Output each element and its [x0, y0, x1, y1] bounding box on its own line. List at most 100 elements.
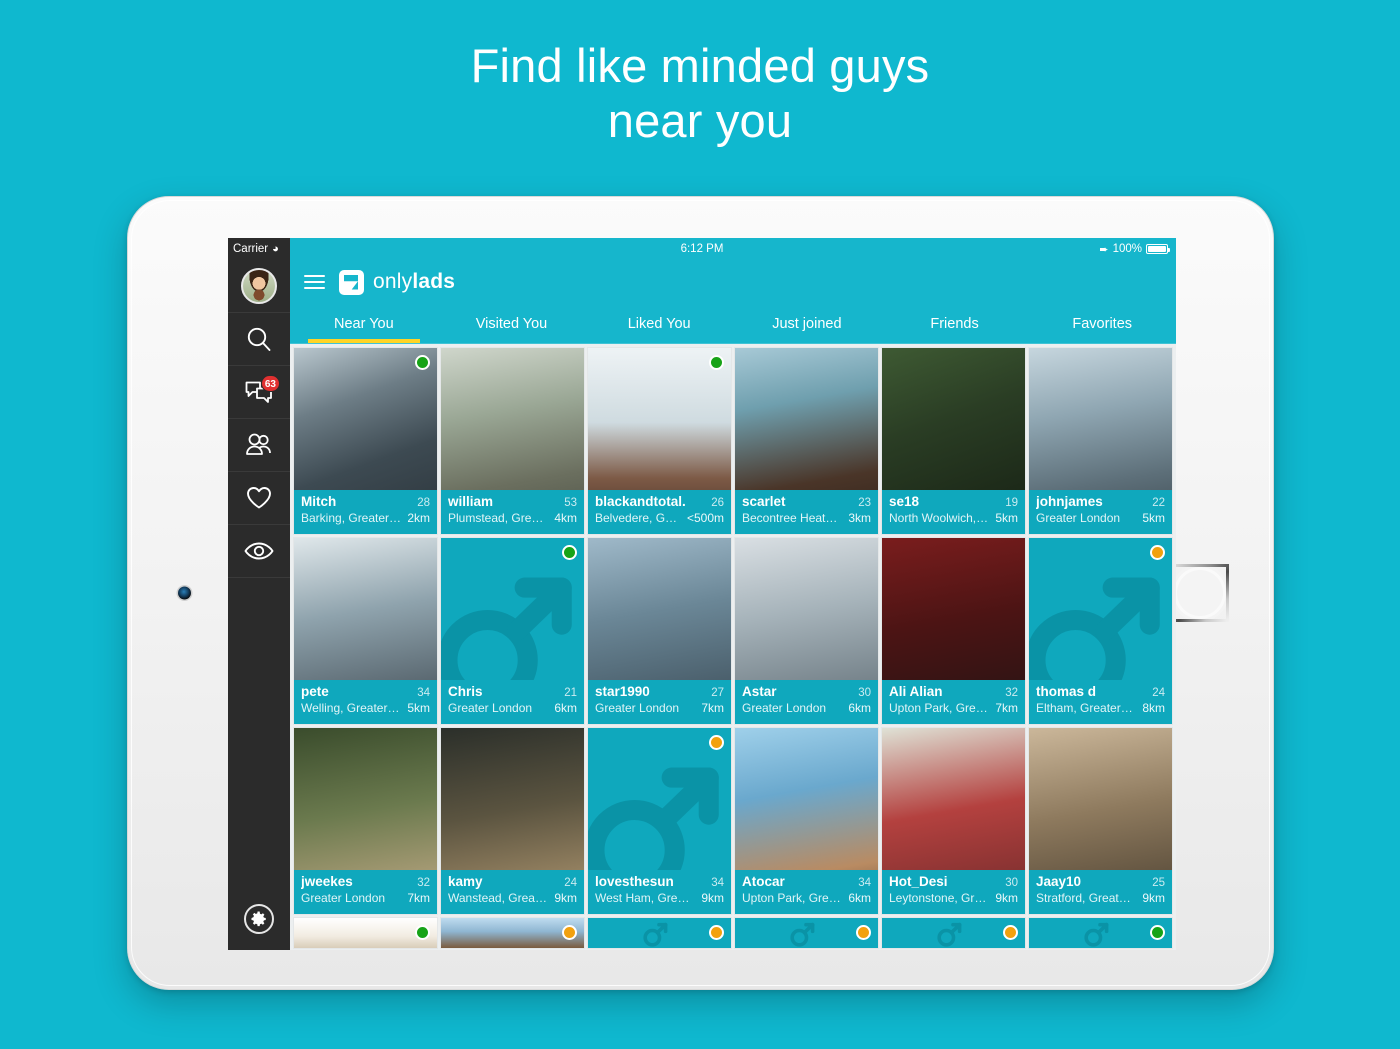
profile-card[interactable]: se18 19 North Woolwich,… 5km — [882, 348, 1025, 534]
profile-card[interactable]: kamy 24 Wanstead, Great… 9km — [441, 728, 584, 914]
status-dot-online — [709, 355, 724, 370]
profile-name: pete — [301, 684, 329, 699]
tab-near-you[interactable]: Near You — [290, 304, 438, 343]
profile-card[interactable]: Astar 30 Greater London 6km — [735, 538, 878, 724]
avatar — [241, 268, 277, 304]
status-dot-online — [562, 545, 577, 560]
profile-card-partial[interactable] — [1029, 918, 1172, 948]
profile-distance: 9km — [701, 891, 724, 905]
page-headline: Find like minded guys near you — [0, 38, 1400, 148]
battery-full-icon — [1146, 244, 1170, 254]
profile-location: North Woolwich,… — [889, 511, 989, 525]
profile-age: 32 — [1005, 687, 1018, 699]
profile-name: jweekes — [301, 874, 353, 889]
profile-card[interactable]: jweekes 32 Greater London 7km — [294, 728, 437, 914]
profile-meta-top: Atocar 34 — [742, 874, 871, 889]
tab-visited-you[interactable]: Visited You — [438, 304, 586, 343]
status-dot-away — [709, 925, 724, 940]
profile-meta-top: johnjames 22 — [1036, 494, 1165, 509]
tab-just-joined[interactable]: Just joined — [733, 304, 881, 343]
tab-liked-you[interactable]: Liked You — [585, 304, 733, 343]
profile-card[interactable]: lovesthesun 34 West Ham, Great… 9km — [588, 728, 731, 914]
profile-age: 25 — [1152, 877, 1165, 889]
tab-favorites[interactable]: Favorites — [1028, 304, 1176, 343]
status-dot-away — [1003, 925, 1018, 940]
rail-item-settings[interactable] — [244, 904, 274, 934]
search-icon — [247, 327, 271, 351]
profile-card[interactable]: william 53 Plumstead, Grea… 4km — [441, 348, 584, 534]
profile-meta: Atocar 34 Upton Park, Gre… 6km — [735, 870, 878, 914]
home-button[interactable] — [1171, 564, 1229, 622]
profile-distance: 9km — [554, 891, 577, 905]
profile-card-partial[interactable] — [882, 918, 1025, 948]
profile-name: scarlet — [742, 494, 786, 509]
hamburger-menu-icon[interactable] — [304, 275, 325, 289]
profile-card[interactable]: Hot_Desi 30 Leytonstone, Gr… 9km — [882, 728, 1025, 914]
profile-meta-top: Hot_Desi 30 — [889, 874, 1018, 889]
profile-meta: Ali Alian 32 Upton Park, Gre… 7km — [882, 680, 1025, 724]
rail-item-messages[interactable]: 63 — [228, 366, 290, 419]
device-screen: Carrier ◕ 6:12 PM ➨ 100% 63 onlylads Nea… — [228, 238, 1176, 950]
profile-name: Atocar — [742, 874, 785, 889]
profile-card[interactable]: Atocar 34 Upton Park, Gre… 6km — [735, 728, 878, 914]
profile-age: 23 — [858, 497, 871, 509]
profile-card[interactable]: Ali Alian 32 Upton Park, Gre… 7km — [882, 538, 1025, 724]
profile-name: blackandtotal. — [595, 494, 686, 509]
rail-item-search[interactable] — [228, 313, 290, 366]
profile-meta-top: se18 19 — [889, 494, 1018, 509]
profile-card-partial[interactable] — [588, 918, 731, 948]
ios-status-bar: Carrier ◕ 6:12 PM ➨ 100% — [228, 238, 1176, 260]
profile-card[interactable]: blackandtotal. 26 Belvedere, Gr… <500m — [588, 348, 731, 534]
profile-meta: Hot_Desi 30 Leytonstone, Gr… 9km — [882, 870, 1025, 914]
profile-meta-top: star1990 27 — [595, 684, 724, 699]
profile-age: 53 — [564, 497, 577, 509]
profile-card[interactable]: scarlet 23 Becontree Heath… 3km — [735, 348, 878, 534]
profile-meta-top: blackandtotal. 26 — [595, 494, 724, 509]
profile-card[interactable]: Mitch 28 Barking, Greater… 2km — [294, 348, 437, 534]
profile-meta-bottom: West Ham, Great… 9km — [595, 891, 724, 905]
profile-meta-top: jweekes 32 — [301, 874, 430, 889]
profile-age: 24 — [1152, 687, 1165, 699]
profile-meta: Astar 30 Greater London 6km — [735, 680, 878, 724]
profile-location: Greater London — [301, 891, 386, 905]
profile-age: 27 — [711, 687, 724, 699]
rail-item-favorites[interactable] — [228, 472, 290, 525]
profile-meta-top: Chris 21 — [448, 684, 577, 699]
profile-name: Chris — [448, 684, 483, 699]
rail-item-viewed[interactable] — [228, 525, 290, 578]
profile-card-partial[interactable] — [735, 918, 878, 948]
profile-card[interactable]: johnjames 22 Greater London 5km — [1029, 348, 1172, 534]
profile-card[interactable]: thomas d 24 Eltham, Greater… 8km — [1029, 538, 1172, 724]
brand-logo[interactable]: onlylads — [339, 269, 455, 295]
location-arrow-icon: ➨ — [1099, 243, 1109, 256]
profile-age: 21 — [564, 687, 577, 699]
left-navigation-rail: 63 — [228, 260, 290, 950]
profile-name: Hot_Desi — [889, 874, 948, 889]
profile-meta-bottom: Plumstead, Grea… 4km — [448, 511, 577, 525]
profile-meta: jweekes 32 Greater London 7km — [294, 870, 437, 914]
profile-card-partial[interactable] — [294, 918, 437, 948]
profile-location: Upton Park, Gre… — [889, 701, 988, 715]
profile-age: 30 — [1005, 877, 1018, 889]
battery-percent-label: 100% — [1112, 243, 1142, 255]
profile-card[interactable]: pete 34 Welling, Greater… 5km — [294, 538, 437, 724]
profile-distance: 5km — [995, 511, 1018, 525]
profile-location: Plumstead, Grea… — [448, 511, 549, 525]
profile-card-partial[interactable] — [441, 918, 584, 948]
headline-line-2: near you — [607, 94, 793, 147]
profile-card[interactable]: Jaay10 25 Stratford, Greate… 9km — [1029, 728, 1172, 914]
status-dot-away — [1150, 545, 1165, 560]
profile-meta-bottom: Greater London 5km — [1036, 511, 1165, 525]
profile-card[interactable]: star1990 27 Greater London 7km — [588, 538, 731, 724]
profile-meta: se18 19 North Woolwich,… 5km — [882, 490, 1025, 534]
profile-meta-bottom: Greater London 6km — [742, 701, 871, 715]
profile-age: 34 — [858, 877, 871, 889]
tab-friends[interactable]: Friends — [881, 304, 1029, 343]
profile-meta-top: Jaay10 25 — [1036, 874, 1165, 889]
profile-location: Stratford, Greate… — [1036, 891, 1137, 905]
profile-meta-top: Astar 30 — [742, 684, 871, 699]
profile-meta: blackandtotal. 26 Belvedere, Gr… <500m — [588, 490, 731, 534]
profile-card[interactable]: Chris 21 Greater London 6km — [441, 538, 584, 724]
rail-item-profile[interactable] — [228, 260, 290, 313]
rail-item-friends[interactable] — [228, 419, 290, 472]
